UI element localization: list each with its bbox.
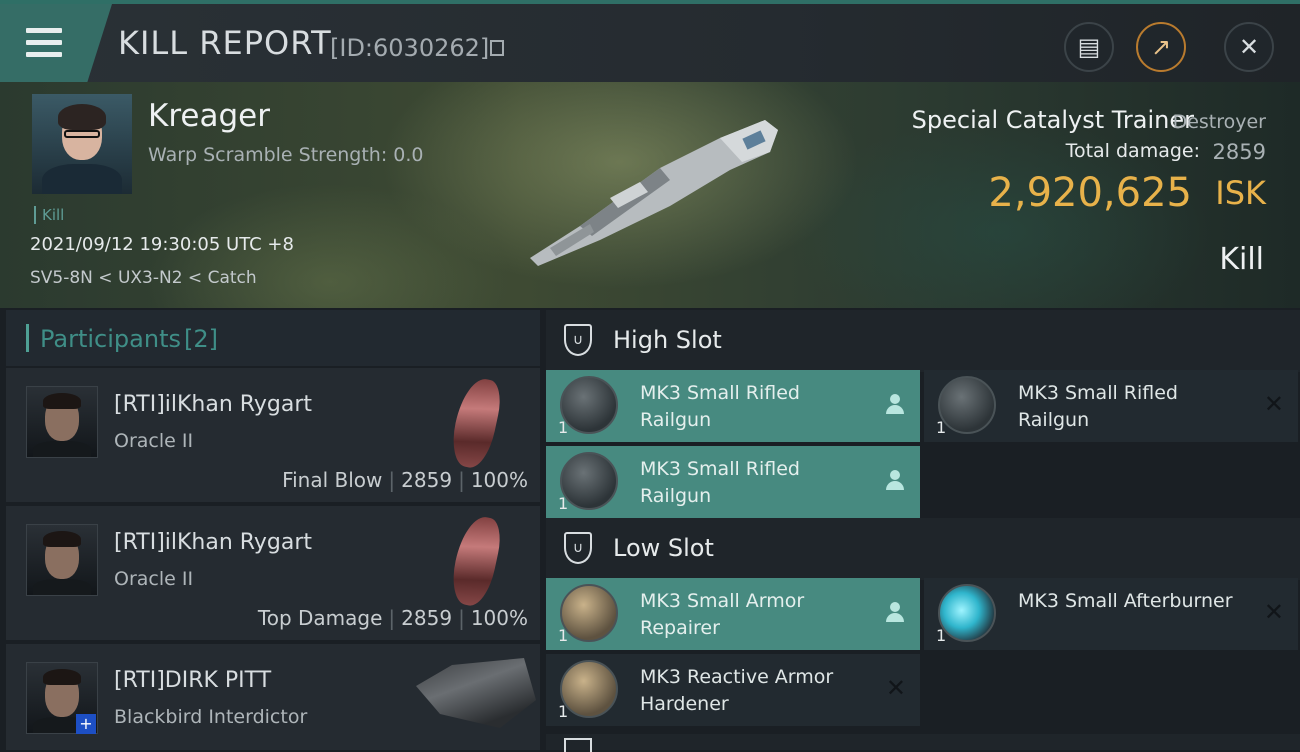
participant-damage: 2859 bbox=[401, 468, 453, 492]
participant-percent: 100% bbox=[470, 606, 528, 630]
participant-name: [RTI]DIRK PITT bbox=[114, 668, 272, 693]
armor-hardener-icon bbox=[560, 660, 618, 718]
module-name: MK3 Small Rifled Railgun bbox=[1018, 382, 1178, 431]
dropped-person-icon bbox=[886, 470, 904, 490]
participant-role: Top Damage bbox=[257, 606, 383, 630]
high-slot-label: High Slot bbox=[613, 326, 722, 354]
module-quantity: 1 bbox=[558, 418, 569, 437]
top-bar: KILL REPORT [ID:6030262] ▤ ↗ ✕ bbox=[0, 0, 1300, 82]
armor-repairer-icon bbox=[560, 584, 618, 642]
total-damage-label: Total damage: bbox=[1065, 140, 1200, 162]
module-name: MK3 Small Rifled Railgun bbox=[640, 458, 800, 507]
victim-portrait[interactable] bbox=[32, 94, 132, 194]
low-slot-header: ∪ Low Slot bbox=[546, 518, 1300, 580]
copy-icon[interactable] bbox=[490, 40, 504, 56]
module-quantity: 1 bbox=[558, 494, 569, 513]
dropped-person-icon bbox=[886, 394, 904, 414]
destroyed-icon: ✕ bbox=[1263, 390, 1284, 418]
menu-button[interactable] bbox=[0, 4, 112, 82]
kill-location: SV5-8N < UX3-N2 < Catch bbox=[30, 268, 257, 288]
low-slot-label: Low Slot bbox=[613, 534, 714, 562]
destroyed-icon: ✕ bbox=[885, 674, 906, 702]
participant-ship: Oracle II bbox=[114, 568, 194, 590]
participant-ship: Blackbird Interdictor bbox=[114, 706, 308, 728]
warp-scramble-strength: Warp Scramble Strength: 0.0 bbox=[148, 144, 424, 166]
victim-name[interactable]: Kreager bbox=[148, 98, 270, 134]
avatar bbox=[26, 524, 98, 596]
railgun-icon bbox=[560, 452, 618, 510]
total-damage-value: 2859 bbox=[1212, 140, 1266, 164]
avatar bbox=[26, 386, 98, 458]
participant-card[interactable]: [RTI]ilKhan Rygart Oracle II Final Blow |… bbox=[6, 368, 540, 502]
participant-percent: 100% bbox=[470, 468, 528, 492]
module-name: MK3 Small Rifled Railgun bbox=[640, 382, 800, 431]
participants-label: Participants bbox=[40, 325, 181, 353]
afterburner-icon bbox=[938, 584, 996, 642]
isk-value: 2,920,625 bbox=[988, 170, 1192, 216]
module-item[interactable]: 1 MK3 Small Rifled Railgun ✕ bbox=[924, 370, 1298, 442]
module-quantity: 1 bbox=[936, 626, 947, 645]
close-icon: ✕ bbox=[1238, 33, 1260, 61]
page-title: KILL REPORT bbox=[118, 24, 332, 62]
participant-name: [RTI]ilKhan Rygart bbox=[114, 392, 313, 417]
participant-name: [RTI]ilKhan Rygart bbox=[114, 530, 313, 555]
report-id: [ID:6030262] bbox=[330, 34, 490, 62]
next-slot-header-peek bbox=[546, 734, 1300, 752]
clipboard-icon: ▤ bbox=[1077, 33, 1101, 61]
railgun-icon bbox=[938, 376, 996, 434]
kill-tag: Kill bbox=[34, 206, 64, 224]
participant-damage: 2859 bbox=[401, 606, 453, 630]
plus-badge: + bbox=[76, 714, 96, 734]
participant-ship-image bbox=[447, 512, 505, 610]
module-item[interactable]: 1 MK3 Reactive Armor Hardener ✕ bbox=[546, 654, 920, 726]
module-quantity: 1 bbox=[558, 626, 569, 645]
participant-ship: Oracle II bbox=[114, 430, 194, 452]
participants-header: Participants [2] bbox=[6, 310, 540, 366]
participant-stats: Top Damage | 2859 | 100% bbox=[257, 606, 528, 630]
close-button[interactable]: ✕ bbox=[1224, 22, 1274, 72]
share-icon: ↗ bbox=[1150, 33, 1172, 61]
report-type: Kill bbox=[1219, 242, 1264, 277]
module-name: MK3 Small Afterburner bbox=[1018, 590, 1233, 612]
participants-count: [2] bbox=[184, 325, 218, 353]
low-slot-icon: ∪ bbox=[564, 532, 592, 564]
module-item[interactable]: 1 MK3 Small Rifled Railgun bbox=[546, 446, 920, 518]
module-item[interactable]: 1 MK3 Small Rifled Railgun bbox=[546, 370, 920, 442]
module-name: MK3 Reactive Armor Hardener bbox=[640, 666, 834, 715]
destroyed-icon: ✕ bbox=[1263, 598, 1284, 626]
victim-ship-name[interactable]: Special Catalyst Trainer bbox=[912, 106, 1194, 134]
high-slot-header: ∪ High Slot bbox=[546, 310, 1300, 372]
victim-summary: Kreager Warp Scramble Strength: 0.0 Kill… bbox=[0, 82, 1300, 308]
module-quantity: 1 bbox=[936, 418, 947, 437]
dropped-person-icon bbox=[886, 602, 904, 622]
victim-ship-image[interactable] bbox=[520, 108, 790, 268]
participant-role: Final Blow bbox=[282, 468, 383, 492]
participant-stats: Final Blow | 2859 | 100% bbox=[282, 468, 528, 492]
railgun-icon bbox=[560, 376, 618, 434]
participant-card[interactable]: + [RTI]DIRK PITT Blackbird Interdictor bbox=[6, 644, 540, 750]
high-slot-icon: ∪ bbox=[564, 324, 592, 356]
notes-button[interactable]: ▤ bbox=[1064, 22, 1114, 72]
participant-card[interactable]: [RTI]ilKhan Rygart Oracle II Top Damage |… bbox=[6, 506, 540, 640]
module-name: MK3 Small Armor Repairer bbox=[640, 590, 805, 639]
victim-ship-class: Destroyer bbox=[1172, 111, 1266, 133]
share-button[interactable]: ↗ bbox=[1136, 22, 1186, 72]
kill-datetime: 2021/09/12 19:30:05 UTC +8 bbox=[30, 234, 294, 255]
participant-ship-image bbox=[416, 658, 536, 728]
module-item[interactable]: 1 MK3 Small Afterburner ✕ bbox=[924, 578, 1298, 650]
participant-ship-image bbox=[447, 374, 505, 472]
module-quantity: 1 bbox=[558, 702, 569, 721]
hamburger-icon bbox=[26, 28, 62, 64]
module-item[interactable]: 1 MK3 Small Armor Repairer bbox=[546, 578, 920, 650]
isk-unit: ISK bbox=[1215, 174, 1266, 212]
